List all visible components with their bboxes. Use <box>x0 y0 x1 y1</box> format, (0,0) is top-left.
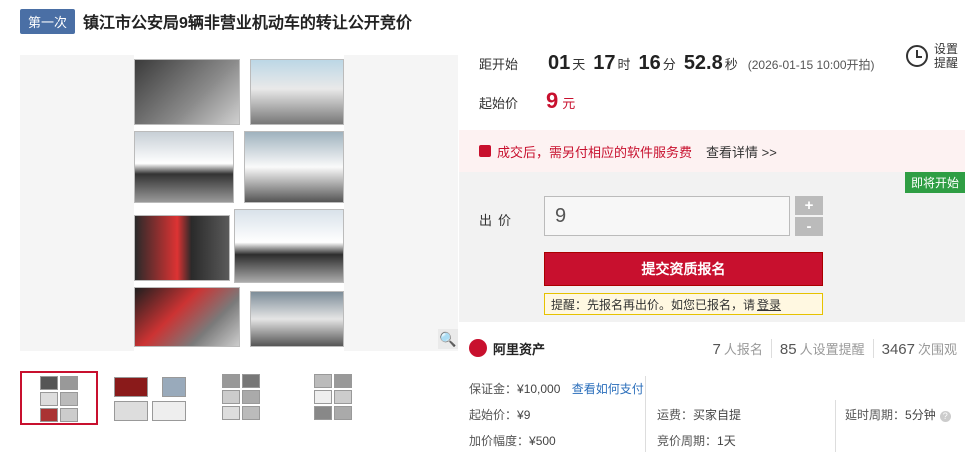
countdown-days-unit: 天 <box>572 57 586 72</box>
thumbnail-strip <box>20 371 374 427</box>
countdown-seconds: 52.8 <box>683 52 723 74</box>
stat-reminders-count: 85 <box>779 340 797 358</box>
photo-dashboard <box>134 59 240 125</box>
reminder-label-2: 提醒 <box>934 56 959 70</box>
alarm-clock-icon <box>906 45 928 67</box>
increment-value: ¥500 <box>529 434 556 448</box>
magnifier-icon[interactable]: 🔍 <box>438 329 458 349</box>
period-label: 竞价周期： <box>657 434 718 448</box>
platform-stats-row: 阿里资产 7 人报名 85 人设置提醒 3467 次围观 <box>459 330 965 366</box>
platform-name: 阿里资产 <box>493 341 546 357</box>
service-fee-notice: 成交后，需另付相应的软件服务费 查看详情 >> <box>459 130 965 172</box>
freight-label: 运费： <box>657 408 694 422</box>
bid-box: 即将开始 出价 9 + - 提交资质报名 提醒：先报名再出价。如您已报名，请 登录 <box>459 172 965 322</box>
view-details-link[interactable]: 查看详情 >> <box>706 142 777 161</box>
bid-input[interactable]: 9 <box>544 196 790 236</box>
divider <box>645 376 646 452</box>
bid-label: 出价 <box>479 213 518 228</box>
start-price-label: 起始价 <box>479 96 519 111</box>
photo-instrument-panel <box>134 215 230 281</box>
deposit-info: 保证金：¥10,000 查看如何支付 <box>469 380 644 397</box>
start-price-info: 起始价：¥9 <box>469 406 530 423</box>
login-link[interactable]: 登录 <box>757 296 781 313</box>
auction-stats: 7 人报名 85 人设置提醒 3467 次围观 <box>705 338 965 358</box>
help-icon[interactable]: ? <box>939 411 951 422</box>
thumbnail-2[interactable] <box>112 371 190 425</box>
countdown-days: 01 <box>548 52 571 74</box>
how-to-pay-link[interactable]: 查看如何支付 <box>572 382 644 396</box>
notice-text: 成交后，需另付相应的软件服务费 <box>497 144 693 160</box>
stat-registrations-count: 7 <box>712 340 721 358</box>
status-badge: 即将开始 <box>904 172 965 193</box>
main-image[interactable] <box>134 55 344 351</box>
round-badge: 第一次 <box>20 8 76 34</box>
start-price: 起始价 9 元 <box>479 88 575 114</box>
photo-speedometer <box>134 287 240 347</box>
delay-info: 延时周期：5分钟? <box>845 406 951 423</box>
start-time-note: (2026-01-15 10:00开拍) <box>747 58 875 72</box>
freight-info: 运费：买家自提 <box>657 406 741 423</box>
thumbnail-4[interactable] <box>296 371 374 425</box>
photo-garage-car <box>250 291 344 347</box>
start-label: 起始价： <box>469 408 518 422</box>
reminder-label-1: 设置 <box>934 42 959 56</box>
stat-registrations: 7 人报名 <box>705 339 771 358</box>
submit-registration-button[interactable]: 提交资质报名 <box>544 252 823 286</box>
image-gallery[interactable]: 🔍 <box>20 55 458 351</box>
divider <box>835 400 836 452</box>
period-value: 1天 <box>717 434 736 448</box>
title-row: 第一次 镇江市公安局9辆非营业机动车的转让公开竞价 <box>20 8 412 34</box>
delay-label: 延时周期： <box>845 408 906 422</box>
increment-info: 加价幅度：¥500 <box>469 432 556 449</box>
bag-icon <box>479 145 491 157</box>
stat-views-label: 次围观 <box>917 341 957 357</box>
photo-police-car-side <box>134 131 234 203</box>
countdown-minutes: 16 <box>638 52 661 74</box>
increase-bid-button[interactable]: + <box>795 196 823 215</box>
ali-asset-logo <box>469 339 487 357</box>
stat-views-count: 3467 <box>881 340 915 358</box>
countdown-minutes-unit: 分 <box>662 57 676 72</box>
thumbnail-3[interactable] <box>204 371 282 425</box>
stat-reminders: 85 人设置提醒 <box>770 338 873 358</box>
countdown-seconds-unit: 秒 <box>724 57 738 72</box>
photo-police-car-side-2 <box>234 209 344 283</box>
deposit-label: 保证金： <box>469 382 518 396</box>
stat-views: 3467 次围观 <box>872 338 965 358</box>
start-price-unit: 元 <box>562 96 576 111</box>
stat-registrations-label: 人报名 <box>723 341 763 357</box>
login-tip: 提醒：先报名再出价。如您已报名，请 登录 <box>544 293 823 315</box>
tip-text: 提醒：先报名再出价。如您已报名，请 <box>551 297 756 312</box>
page-title: 镇江市公安局9辆非营业机动车的转让公开竞价 <box>83 15 412 32</box>
thumbnail-1[interactable] <box>20 371 98 425</box>
set-reminder-button[interactable]: 设置 提醒 <box>906 42 965 70</box>
photo-police-car-front <box>244 131 344 203</box>
decrease-bid-button[interactable]: - <box>795 217 823 236</box>
freight-value: 买家自提 <box>693 408 742 422</box>
countdown-label: 距开始 <box>479 57 519 72</box>
increment-label: 加价幅度： <box>469 434 530 448</box>
countdown-hours: 17 <box>593 52 616 74</box>
period-info: 竞价周期：1天 <box>657 432 736 449</box>
photo-car-front <box>250 59 344 125</box>
start-price-value: 9 <box>546 88 559 113</box>
stat-reminders-label: 人设置提醒 <box>799 341 865 357</box>
delay-value: 5分钟 <box>905 408 936 422</box>
countdown-hours-unit: 时 <box>617 57 631 72</box>
deposit-value: ¥10,000 <box>517 382 561 396</box>
countdown: 距开始 01 天 17 时 16 分 52.8 秒 (2026-01-15 10… <box>479 52 875 75</box>
start-value: ¥9 <box>517 408 531 422</box>
